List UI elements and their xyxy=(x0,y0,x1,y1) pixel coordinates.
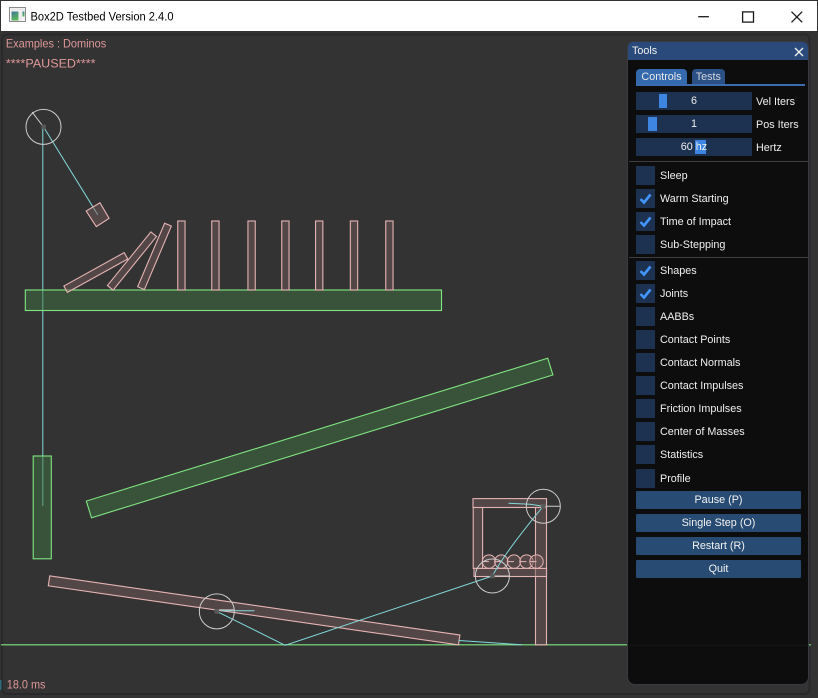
svg-text:****PAUSED****: ****PAUSED**** xyxy=(6,57,96,71)
svg-text:Box2D Testbed Version 2.4.0: Box2D Testbed Version 2.4.0 xyxy=(31,9,174,23)
svg-text:Examples : Dominos: Examples : Dominos xyxy=(6,37,106,51)
svg-text:18.0 ms: 18.0 ms xyxy=(7,678,46,692)
